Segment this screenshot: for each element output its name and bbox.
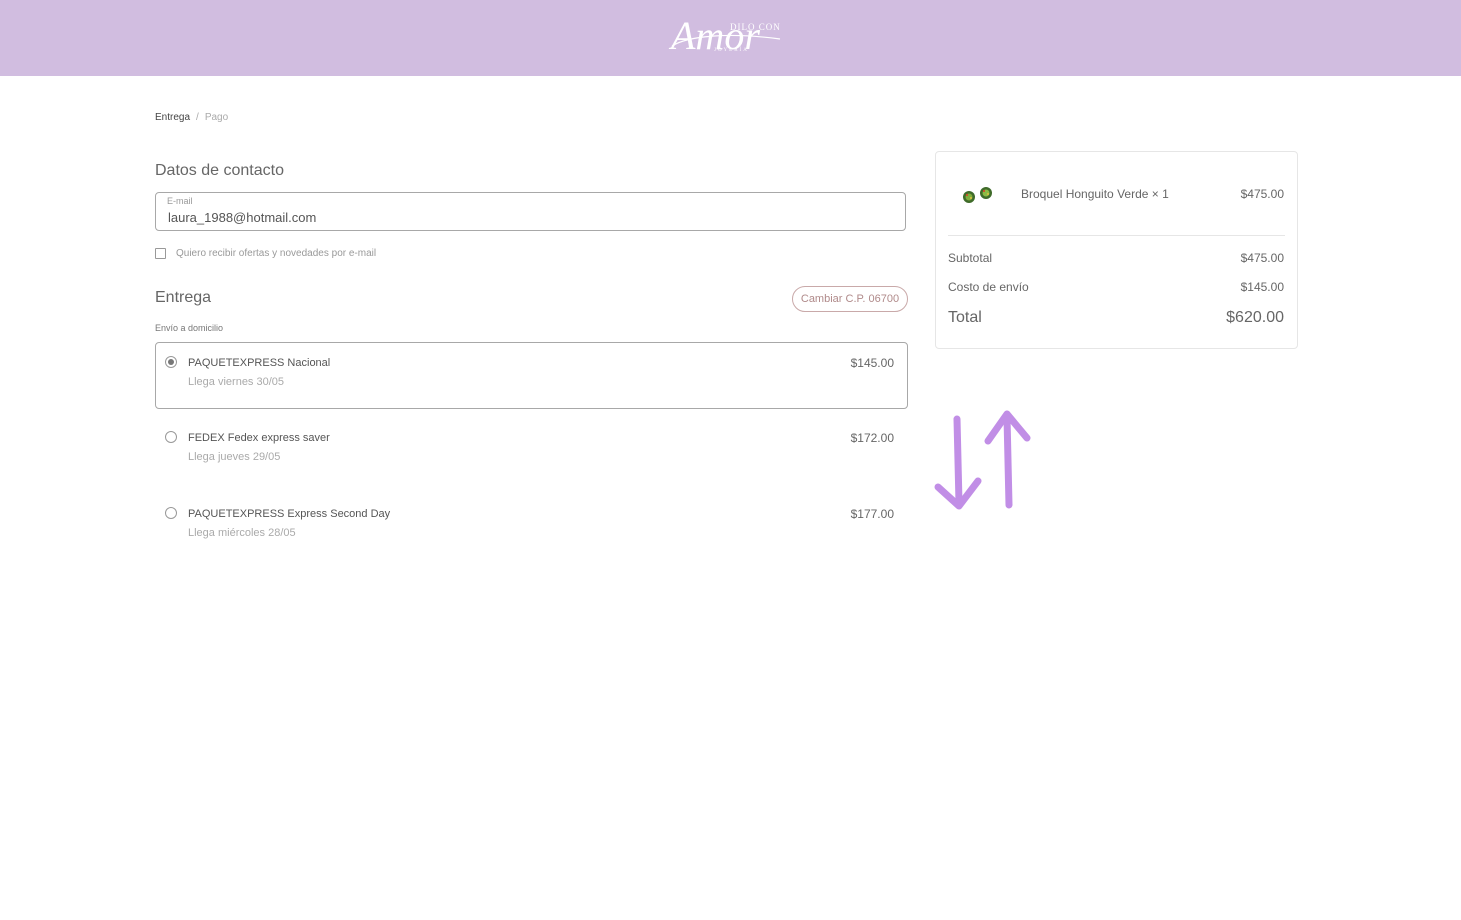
shipping-option-eta: Llega viernes 30/05 [188,376,285,388]
shipping-option-eta: Llega miércoles 28/05 [188,527,296,539]
up-down-arrows-icon [934,410,1031,510]
email-field[interactable]: E-mail laura_1988@hotmail.com [155,192,906,231]
total-row: Total $620.00 [948,309,1284,327]
shipping-option-price: $145.00 [850,356,894,370]
logo-small-bottom: JOYERÍA [714,48,749,53]
order-summary: Broquel Honguito Verde × 1 $475.00 Subto… [935,151,1298,349]
newsletter-label[interactable]: Quiero recibir ofertas y novedades por e… [176,248,376,259]
breadcrumb-step-payment: Pago [204,112,229,123]
shipping-option-eta: Llega jueves 29/05 [188,451,281,463]
shipping-cost-value: $145.00 [1240,280,1284,294]
product-price: $475.00 [1240,187,1284,201]
delivery-section-title: Entrega [155,289,212,306]
shipping-option-name: PAQUETEXPRESS Nacional [188,357,331,369]
delivery-method-label: Envío a domicilio [155,323,224,333]
contact-section-title: Datos de contacto [155,162,284,179]
summary-divider [948,235,1285,236]
breadcrumb-step-delivery[interactable]: Entrega [155,112,190,123]
product-name: Broquel Honguito Verde × 1 [1021,187,1169,201]
email-field-label: E-mail [167,196,193,206]
total-label: Total [948,309,982,326]
breadcrumb: Entrega / Pago [155,112,228,123]
shipping-option-paquetexpress-nacional[interactable]: PAQUETEXPRESS Nacional Llega viernes 30/… [155,342,908,409]
email-field-value[interactable]: laura_1988@hotmail.com [168,210,316,225]
shipping-radio[interactable] [165,431,177,443]
shipping-option-fedex-express-saver[interactable]: FEDEX Fedex express saver Llega jueves 2… [155,417,908,484]
logo-script-icon: Amor [668,13,781,58]
shipping-option-price: $172.00 [850,431,894,445]
shipping-radio[interactable] [165,507,177,519]
change-postal-code-button[interactable]: Cambiar C.P. 06700 [792,286,908,312]
newsletter-checkbox[interactable] [155,248,166,259]
subtotal-label: Subtotal [948,251,993,265]
site-header: DILO CON Amor JOYERÍA [0,0,1461,76]
product-thumbnail [963,187,992,203]
subtotal-row: Subtotal $475.00 [948,251,1284,265]
shipping-option-name: FEDEX Fedex express saver [188,432,330,444]
breadcrumb-separator: / [196,112,199,123]
shipping-option-name: PAQUETEXPRESS Express Second Day [188,508,391,520]
shipping-cost-row: Costo de envío $145.00 [948,280,1284,294]
shipping-option-paquetexpress-second-day[interactable]: PAQUETEXPRESS Express Second Day Llega m… [155,493,908,560]
brand-logo[interactable]: DILO CON Amor JOYERÍA [668,6,786,62]
shipping-cost-label: Costo de envío [948,280,1029,294]
total-value: $620.00 [1226,309,1284,326]
subtotal-value: $475.00 [1240,251,1284,265]
logo-small-top: DILO CON [730,22,781,32]
radio-dot [168,359,174,365]
shipping-radio-selected[interactable] [165,356,177,368]
shipping-option-price: $177.00 [850,507,894,521]
